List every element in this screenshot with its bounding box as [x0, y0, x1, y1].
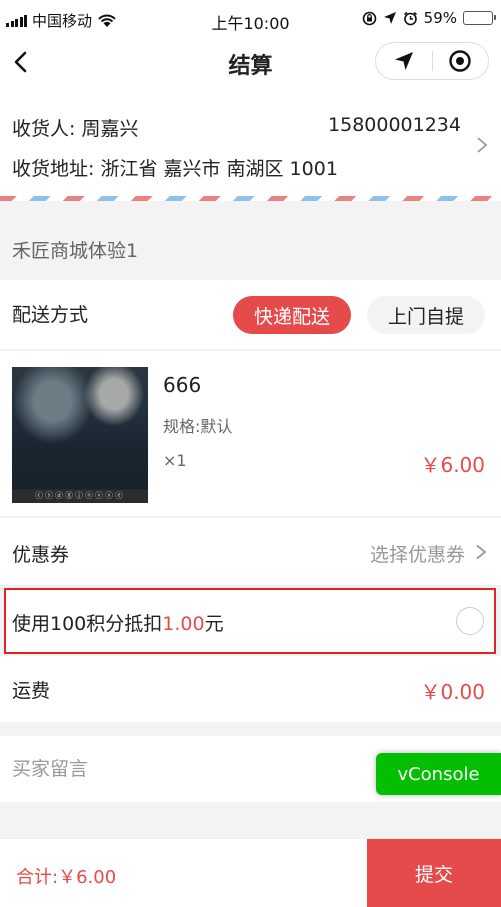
delivery-label: 配送方式 [12, 304, 89, 326]
receiver-address: 收货地址: 浙江省 嘉兴市 南湖区 1001 [12, 158, 338, 180]
alarm-icon [403, 11, 417, 25]
product-spec: 规格:默认 [163, 417, 233, 436]
points-prefix: 使用100积分抵扣 [12, 613, 163, 635]
store-name: 禾匠商城体验1 [12, 240, 139, 262]
shipping-fee: ￥0.00 [420, 680, 485, 704]
airmail-border [0, 196, 501, 201]
target-icon [449, 50, 471, 72]
status-right: 59% [362, 9, 496, 27]
chevron-right-icon [477, 137, 488, 153]
location-arrow-icon [383, 12, 396, 24]
product-thumbnail: ⓒⓢⓓⓖⓙⓝⓥⓧⓔ [12, 367, 148, 503]
chevron-right-icon [476, 544, 487, 560]
product-quantity: ×1 [163, 451, 187, 470]
points-radio[interactable] [456, 607, 484, 635]
checkout-footer: 合计:￥6.00 提交 [0, 838, 501, 907]
product-name: 666 [163, 373, 202, 397]
store-row: 禾匠商城体验1 [0, 214, 501, 280]
points-deduction-row[interactable]: 使用100积分抵扣1.00元 [4, 588, 496, 654]
vconsole-button[interactable]: vConsole [376, 753, 501, 795]
receiver-phone: 15800001234 [328, 114, 461, 136]
status-bar: 中国移动 上午10:00 59% [0, 0, 501, 38]
coupon-select-text: 选择优惠券 [369, 544, 465, 566]
delivery-row: 配送方式 快递配送 上门自提 [0, 280, 501, 350]
submit-button[interactable]: 提交 [367, 839, 501, 907]
points-amount: 1.00 [162, 613, 205, 635]
shipping-row: 运费 ￥0.00 [0, 656, 501, 722]
product-item: ⓒⓢⓓⓖⓙⓝⓥⓧⓔ 666 规格:默认 ×1 ￥6.00 [0, 351, 501, 517]
shipping-label: 运费 [12, 680, 51, 702]
buyer-message-input[interactable] [12, 754, 362, 784]
thumbnail-caption-strip: ⓒⓢⓓⓖⓙⓝⓥⓧⓔ [12, 489, 148, 503]
rotation-lock-icon [362, 11, 376, 25]
points-suffix: 元 [204, 613, 224, 635]
mini-program-capsule [375, 42, 489, 80]
battery-icon [463, 11, 496, 25]
navigate-icon [394, 52, 413, 70]
coupon-label: 优惠券 [12, 544, 70, 566]
target-button[interactable] [433, 43, 489, 79]
order-total: 合计:￥6.00 [16, 867, 117, 888]
battery-percent: 59% [423, 9, 457, 27]
points-deduction-text: 使用100积分抵扣1.00元 [12, 609, 224, 636]
receiver-name: 收货人: 周嘉兴 [12, 118, 139, 140]
navigate-button[interactable] [376, 43, 432, 79]
express-delivery-button[interactable]: 快递配送 [233, 296, 351, 334]
coupon-row[interactable]: 优惠券 选择优惠券 [0, 518, 501, 586]
self-pickup-button[interactable]: 上门自提 [367, 296, 485, 334]
product-price: ￥6.00 [420, 453, 485, 477]
address-card[interactable]: 收货人: 周嘉兴 15800001234 收货地址: 浙江省 嘉兴市 南湖区 1… [0, 86, 501, 200]
nav-bar: 结算 [0, 38, 501, 86]
